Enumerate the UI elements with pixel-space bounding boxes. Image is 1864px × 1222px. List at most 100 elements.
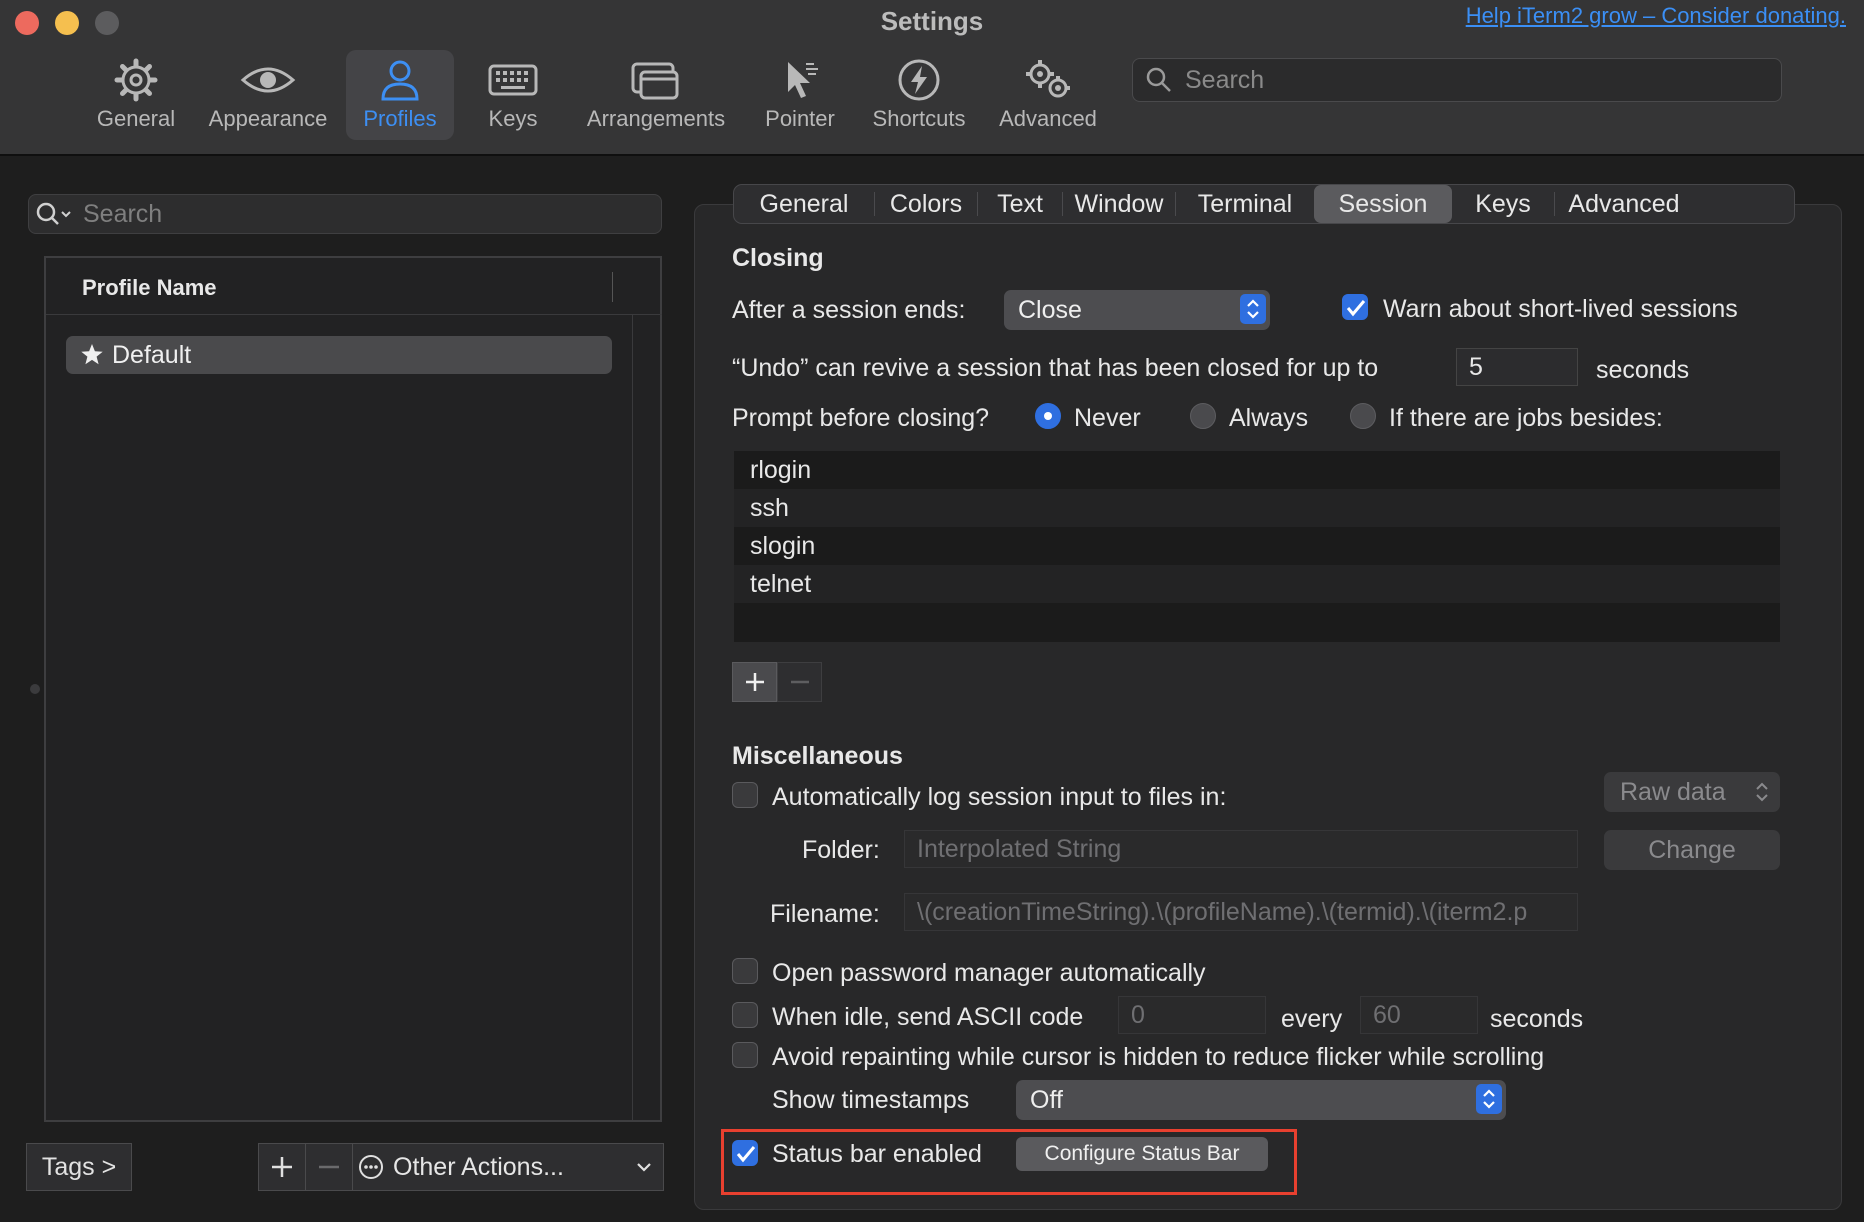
toolbar-arrangements-label: Arrangements: [586, 106, 726, 131]
prompt-always-label[interactable]: Always: [1229, 404, 1308, 433]
split-view-handle[interactable]: [30, 684, 40, 694]
toolbar-general[interactable]: General: [93, 50, 179, 140]
list-item[interactable]: slogin: [734, 527, 1780, 565]
profile-search-input[interactable]: [81, 198, 645, 230]
list-item[interactable]: ssh: [734, 489, 1780, 527]
profile-name-column-header[interactable]: Profile Name: [82, 275, 217, 301]
job-name: slogin: [750, 531, 816, 560]
profile-table-header[interactable]: Profile Name: [46, 258, 662, 315]
jobs-add-remove-control: [732, 662, 822, 702]
tab-window[interactable]: Window: [1063, 185, 1175, 223]
prompt-never-radio[interactable]: [1035, 403, 1061, 429]
undo-seconds-field[interactable]: 5: [1456, 348, 1578, 386]
search-icon: [1146, 67, 1171, 92]
eye-icon: [240, 67, 296, 93]
list-item[interactable]: rlogin: [734, 451, 1780, 489]
donate-link[interactable]: Help iTerm2 grow – Consider donating.: [1466, 3, 1846, 29]
profile-row-default[interactable]: Default: [66, 336, 612, 374]
avoid-repaint-label[interactable]: Avoid repainting while cursor is hidden …: [772, 1043, 1544, 1072]
toolbar-profiles[interactable]: Profiles: [346, 50, 454, 140]
tab-colors[interactable]: Colors: [875, 185, 977, 223]
prompt-never-label[interactable]: Never: [1074, 404, 1141, 433]
other-actions-label: Other Actions...: [393, 1152, 564, 1181]
show-timestamps-label: Show timestamps: [772, 1086, 970, 1114]
idle-ascii-code-field[interactable]: 0: [1118, 996, 1266, 1034]
avoid-repaint-checkbox[interactable]: [732, 1042, 758, 1068]
up-down-arrows-icon: [1476, 1084, 1502, 1114]
toolbar-shortcuts[interactable]: Shortcuts: [866, 50, 972, 140]
profile-tab-bar: General Colors Text Window Terminal Sess…: [733, 184, 1795, 224]
show-timestamps-popup[interactable]: Off: [1016, 1080, 1506, 1120]
password-manager-label[interactable]: Open password manager automatically: [772, 959, 1206, 988]
plus-icon: [272, 1157, 292, 1177]
toolbar-keys-label: Keys: [488, 106, 538, 131]
configure-status-bar-button[interactable]: Configure Status Bar: [1016, 1137, 1268, 1171]
prompt-before-closing-label: Prompt before closing?: [732, 404, 990, 432]
tab-keys[interactable]: Keys: [1452, 185, 1554, 223]
folder-field[interactable]: Interpolated String: [904, 830, 1578, 868]
tab-advanced[interactable]: Advanced: [1555, 185, 1693, 223]
toolbar-advanced-label: Advanced: [999, 106, 1097, 131]
filename-field[interactable]: \(creationTimeString).\(profileName).\(t…: [904, 893, 1578, 931]
lightning-icon: [898, 59, 940, 101]
toolbar-arrangements[interactable]: Arrangements: [580, 50, 732, 140]
tab-session[interactable]: Session: [1314, 185, 1452, 223]
keyboard-icon: [488, 64, 538, 96]
add-profile-button[interactable]: [259, 1144, 305, 1190]
toolbar-search-input[interactable]: [1183, 64, 1767, 96]
table-scroll-divider: [632, 314, 633, 1120]
password-manager-checkbox[interactable]: [732, 958, 758, 984]
tab-text[interactable]: Text: [978, 185, 1062, 223]
warn-short-lived-checkbox[interactable]: [1342, 294, 1368, 320]
after-session-value: Close: [1018, 295, 1082, 324]
idle-seconds-field[interactable]: 60: [1360, 996, 1478, 1034]
remove-profile-button[interactable]: [305, 1144, 353, 1190]
prompt-jobs-radio[interactable]: [1350, 403, 1376, 429]
remove-job-button[interactable]: [777, 662, 822, 702]
windows-icon: [631, 62, 679, 100]
tab-general[interactable]: General: [734, 185, 874, 223]
closing-section-title: Closing: [732, 244, 824, 272]
change-folder-button[interactable]: Change: [1604, 830, 1780, 870]
person-icon: [381, 60, 419, 101]
toolbar-shortcuts-label: Shortcuts: [872, 106, 966, 131]
status-bar-checkbox[interactable]: [732, 1140, 758, 1166]
search-options-icon[interactable]: [35, 200, 75, 228]
list-item[interactable]: telnet: [734, 565, 1780, 603]
toolbar-advanced[interactable]: Advanced: [994, 50, 1102, 140]
prompt-jobs-label[interactable]: If there are jobs besides:: [1389, 404, 1663, 433]
column-divider: [612, 272, 613, 302]
tags-button[interactable]: Tags >: [26, 1143, 132, 1191]
profile-actions-bar: Other Actions...: [258, 1143, 664, 1191]
undo-label: “Undo” can revive a session that has bee…: [732, 354, 1379, 382]
minus-icon: [790, 680, 809, 684]
toolbar-appearance-label: Appearance: [208, 106, 328, 131]
tab-terminal[interactable]: Terminal: [1176, 185, 1314, 223]
checkmark-icon: [1346, 300, 1366, 317]
job-name: telnet: [750, 569, 812, 598]
auto-log-checkbox[interactable]: [732, 782, 758, 808]
idle-send-checkbox[interactable]: [732, 1002, 758, 1028]
warn-short-lived-label[interactable]: Warn about short-lived sessions: [1383, 295, 1738, 324]
toolbar-pointer-label: Pointer: [765, 106, 835, 131]
log-format-popup[interactable]: Raw data: [1604, 772, 1780, 812]
ellipsis-circle-icon: [359, 1155, 383, 1179]
status-bar-label[interactable]: Status bar enabled: [772, 1140, 982, 1169]
jobs-list[interactable]: rlogin ssh slogin telnet: [734, 451, 1780, 642]
after-session-popup[interactable]: Close: [1004, 290, 1270, 330]
toolbar-appearance[interactable]: Appearance: [202, 50, 334, 140]
other-actions-menu[interactable]: Other Actions...: [351, 1144, 663, 1190]
toolbar-general-label: General: [96, 106, 176, 131]
toolbar-pointer[interactable]: Pointer: [758, 50, 842, 140]
undo-seconds-unit: seconds: [1596, 356, 1690, 384]
idle-send-label[interactable]: When idle, send ASCII code: [772, 1003, 1083, 1032]
auto-log-label[interactable]: Automatically log session input to files…: [772, 783, 1226, 812]
toolbar-keys[interactable]: Keys: [478, 50, 548, 140]
profile-search[interactable]: [28, 194, 662, 234]
toolbar-search[interactable]: [1132, 58, 1782, 102]
prompt-always-radio[interactable]: [1190, 403, 1216, 429]
profile-table: Profile Name Default: [44, 256, 662, 1122]
add-job-button[interactable]: [732, 662, 777, 702]
up-down-arrows-icon: [1756, 782, 1768, 802]
after-session-label: After a session ends:: [732, 296, 966, 324]
